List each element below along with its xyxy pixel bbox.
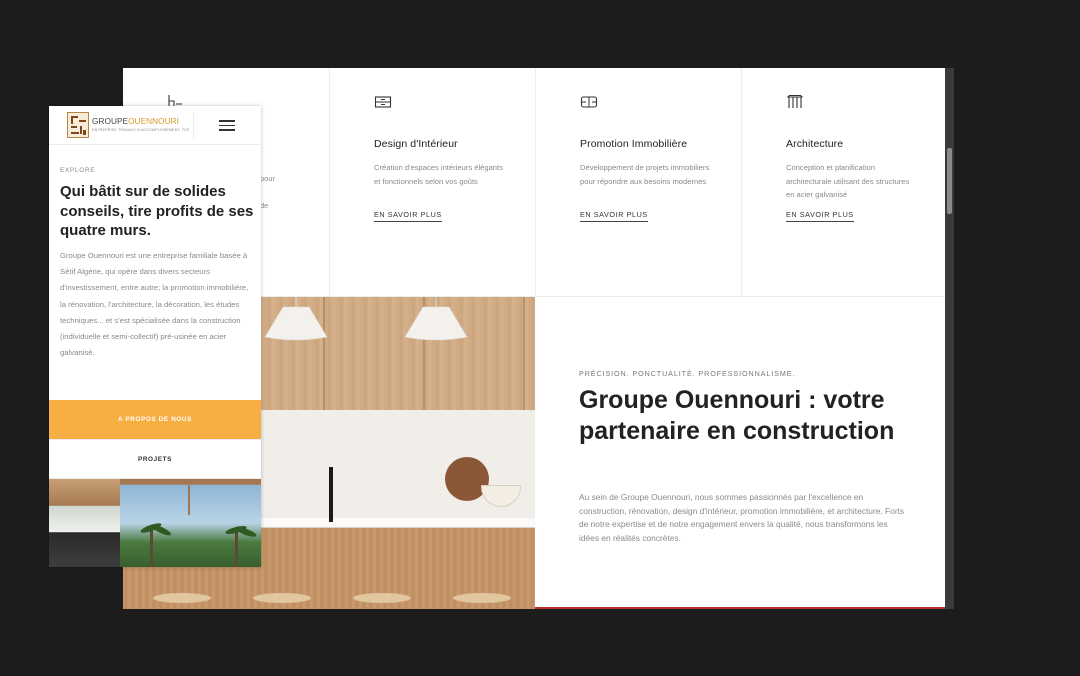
house-photo-left xyxy=(49,479,120,567)
service-title: Architecture xyxy=(786,138,844,150)
service-description: Développement de projets immobiliers pou… xyxy=(580,163,710,186)
accent-divider xyxy=(535,607,945,609)
scrollbar-thumb[interactable] xyxy=(947,148,952,214)
about-eyebrow: PRÉCISION. PONCTUALITÉ. PROFESSIONNALISM… xyxy=(579,369,796,378)
logo-name-part2: OUENNOURI xyxy=(128,117,180,126)
scrollbar[interactable] xyxy=(945,68,954,609)
explore-label: EXPLORE xyxy=(60,167,96,174)
about-us-button[interactable]: A PROPOS DE NOUS xyxy=(49,400,261,439)
mobile-header: GROUPEOUENNOURI ENTREPRISE TRAVAUX D'ACC… xyxy=(49,106,261,145)
interior-design-icon xyxy=(374,96,392,108)
about-body: Au sein de Groupe Ouennouri, nous sommes… xyxy=(579,492,905,543)
about-section: PRÉCISION. PONCTUALITÉ. PROFESSIONNALISM… xyxy=(535,297,945,609)
real-estate-icon xyxy=(580,96,598,108)
pendant-lamp-icon xyxy=(404,297,468,341)
architecture-icon xyxy=(787,95,803,108)
service-card-design: Design d'Intérieur Création d'espaces in… xyxy=(329,68,535,297)
logo-mark-icon[interactable] xyxy=(67,112,89,138)
service-description: Création d'espaces intérieurs élégants e… xyxy=(374,163,503,186)
mobile-body: Groupe Ouennouri est une entreprise fami… xyxy=(60,251,249,358)
partial-text-line-1: pour xyxy=(260,174,276,183)
learn-more-link[interactable]: EN SAVOIR PLUS xyxy=(580,210,648,222)
house-photo-right xyxy=(120,479,261,567)
logo-tagline: ENTREPRISE TRAVAUX D'ACCOMPLISSEMENT, TC… xyxy=(92,128,190,132)
service-description: Conception et planification architectura… xyxy=(786,163,910,200)
mobile-preview: GROUPEOUENNOURI ENTREPRISE TRAVAUX D'ACC… xyxy=(49,106,261,567)
partial-text-line-2: de xyxy=(260,201,269,210)
projects-button[interactable]: PROJETS xyxy=(49,439,261,479)
service-card-architecture: Architecture Conception et planification… xyxy=(741,68,945,297)
pendant-lamp-icon xyxy=(264,297,328,341)
logo-name-part1: GROUPE xyxy=(92,117,129,126)
service-title: Promotion Immobilière xyxy=(580,138,688,150)
service-title: Design d'Intérieur xyxy=(374,138,458,150)
logo-text[interactable]: GROUPEOUENNOURI xyxy=(92,117,179,126)
service-card-promotion: Promotion Immobilière Développement de p… xyxy=(535,68,741,297)
header-divider xyxy=(193,113,194,139)
mobile-title: Qui bâtit sur de solides conseils, tire … xyxy=(60,183,254,239)
about-headline: Groupe Ouennouri : votre partenaire en c… xyxy=(579,386,895,445)
learn-more-link[interactable]: EN SAVOIR PLUS xyxy=(786,210,854,222)
learn-more-link[interactable]: EN SAVOIR PLUS xyxy=(374,210,442,222)
hamburger-menu-icon[interactable] xyxy=(219,119,235,131)
